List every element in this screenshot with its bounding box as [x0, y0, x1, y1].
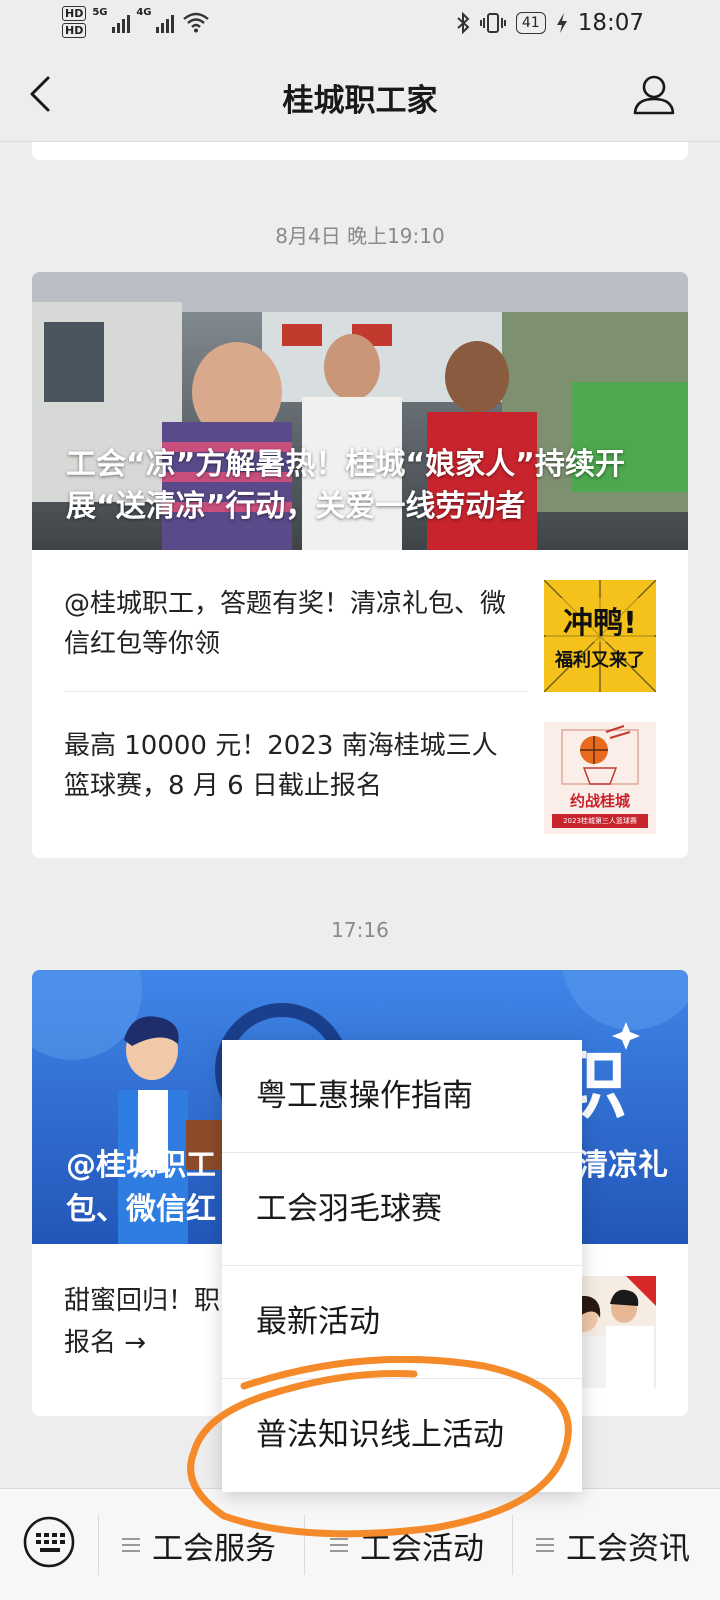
article-sub-title-line2: 报名 → [64, 1328, 147, 1358]
article-sub-item[interactable]: 最高 10000 元！2023 南海桂城三人篮球赛，8 月 6 日截止报名 约战… [32, 692, 688, 834]
charging-icon [556, 13, 567, 33]
timestamp: 8月4日 晚上19:10 [275, 224, 445, 248]
article-card: 工会“凉”方解暑热！桂城“娘家人”持续开展“送清凉”行动，关爱一线劳动者 @桂城… [32, 272, 688, 858]
tab-union-activities[interactable]: 工会活动 [330, 1489, 484, 1600]
menu-item-guide[interactable]: 粤工惠操作指南 [222, 1040, 582, 1153]
tab-label: 工会服务 [152, 1530, 276, 1567]
article-thumbnail: 冲鸭! 福利又来了 [544, 580, 656, 692]
timestamp: 17:16 [331, 918, 389, 942]
article-thumbnail: 约战桂城 2023桂城第三人篮球赛 [544, 722, 656, 834]
thumb-caption: 约战桂城 [569, 792, 630, 810]
thumb-headline: 冲鸭! [546, 598, 654, 642]
page-title: 桂城职工家 [282, 83, 438, 119]
divider [512, 1515, 513, 1575]
cover-title-right: 清凉礼 [578, 1148, 668, 1183]
article-sub-title-line1: 甜蜜回归！职 [64, 1286, 221, 1316]
battery-indicator: 41 [515, 12, 546, 34]
menu-item-legal-knowledge[interactable]: 普法知识线上活动 [222, 1379, 582, 1492]
thumb-subcaption: 2023桂城第三人篮球赛 [563, 817, 637, 825]
status-bar: HD HD 5G 4G 41 18:07 [0, 0, 720, 48]
keyboard-icon[interactable] [22, 1515, 76, 1569]
menu-lines-icon [122, 1538, 140, 1552]
popup-menu: 粤工惠操作指南 工会羽毛球赛 最新活动 普法知识线上活动 [222, 1040, 582, 1492]
tab-label: 工会资讯 [566, 1530, 690, 1567]
bluetooth-icon [457, 12, 470, 34]
cover-title-left: @桂城职工 [66, 1148, 216, 1183]
signal-5g-icon: 5G [92, 7, 131, 33]
menu-item-latest-activity[interactable]: 最新活动 [222, 1266, 582, 1379]
thumb-subline: 福利又来了 [555, 650, 645, 671]
vibrate-icon [479, 13, 506, 33]
article-sub-title: 最高 10000 元！2023 南海桂城三人篮球赛，8 月 6 日截止报名 [64, 731, 498, 801]
nav-bar: 桂城职工家 [0, 48, 720, 142]
person-icon[interactable] [632, 72, 676, 116]
article-sub-item[interactable]: @桂城职工，答题有奖！清凉礼包、微信红包等你领 冲鸭! 福利又来了 [32, 550, 688, 692]
tab-label: 工会活动 [360, 1530, 484, 1567]
tab-union-services[interactable]: 工会服务 [122, 1489, 276, 1600]
article-sub-title: @桂城职工，答题有奖！清凉礼包、微信红包等你领 [64, 589, 507, 659]
cover-title-left-line2: 包、微信红 [66, 1192, 216, 1227]
divider [98, 1515, 99, 1575]
divider [304, 1515, 305, 1575]
wifi-icon [183, 12, 210, 33]
menu-lines-icon [536, 1538, 554, 1552]
hd-badge-1: HD [62, 6, 87, 21]
menu-item-badminton[interactable]: 工会羽毛球赛 [222, 1153, 582, 1266]
tab-union-news[interactable]: 工会资讯 [536, 1489, 690, 1600]
bottom-menu-bar: 工会服务 工会活动 工会资讯 [0, 1488, 720, 1600]
signal-4g-icon: 4G [136, 7, 175, 33]
hd-badge-2: HD [62, 23, 87, 38]
clock: 18:07 [577, 10, 644, 36]
menu-lines-icon [330, 1538, 348, 1552]
article-cover-title: 工会“凉”方解暑热！桂城“娘家人”持续开展“送清凉”行动，关爱一线劳动者 [66, 447, 625, 524]
article-cover[interactable]: 工会“凉”方解暑热！桂城“娘家人”持续开展“送清凉”行动，关爱一线劳动者 [32, 272, 688, 550]
